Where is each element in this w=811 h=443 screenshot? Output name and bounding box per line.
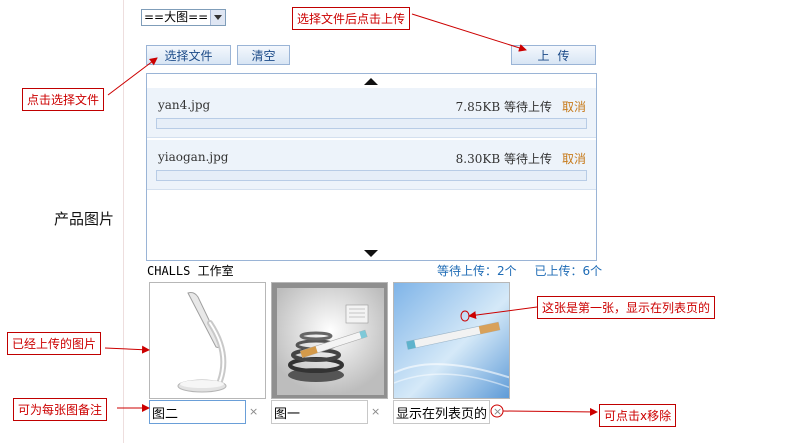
upload-status: 等待上传：2个 已上传：6个 xyxy=(437,262,602,279)
queue-item: yiaogan.jpg 8.30KB 等待上传 取消 xyxy=(147,140,596,190)
callout-note: 可为每张图备注 xyxy=(13,398,108,421)
queue-file-status: 8.30KB 等待上传 xyxy=(455,152,552,166)
queue-file-name: yiaogan.jpg xyxy=(158,150,229,164)
field-label: 产品图片 xyxy=(54,210,115,228)
queue-item: yan4.jpg 7.85KB 等待上传 取消 xyxy=(147,88,596,138)
remove-image-button[interactable]: × xyxy=(371,405,380,418)
callout-remove: 可点击x移除 xyxy=(599,404,677,427)
upload-button[interactable]: 上传 xyxy=(511,45,596,65)
waiting-count: 等待上传：2个 xyxy=(437,264,517,278)
queue-cancel-link[interactable]: 取消 xyxy=(562,150,586,167)
callout-upload: 选择文件后点击上传 xyxy=(292,7,411,30)
upload-queue: yan4.jpg 7.85KB 等待上传 取消 yiaogan.jpg 8.30… xyxy=(146,73,597,261)
queue-progress-bar xyxy=(156,170,587,181)
queue-file-status: 7.85KB 等待上传 xyxy=(455,100,552,114)
left-divider xyxy=(123,0,124,443)
chevron-down-icon[interactable] xyxy=(210,10,225,25)
studio-label: CHALLS 工作室 xyxy=(147,264,234,278)
remove-image-button[interactable]: × xyxy=(493,405,502,418)
queue-cancel-link[interactable]: 取消 xyxy=(562,98,586,115)
uploaded-count: 已上传：6个 xyxy=(534,264,603,278)
e-cigarette-spiral-image[interactable] xyxy=(271,282,388,399)
callout-first: 这张是第一张，显示在列表页的 xyxy=(537,296,716,319)
size-select-value: ==大图== xyxy=(144,10,209,24)
callout-choose: 点击选择文件 xyxy=(22,88,105,111)
image-size-select[interactable]: ==大图== xyxy=(141,9,226,26)
image-note-input[interactable] xyxy=(393,400,490,424)
clear-button[interactable]: 清空 xyxy=(237,45,290,65)
callout-uploaded: 已经上传的图片 xyxy=(7,332,102,355)
image-note-input[interactable] xyxy=(271,400,368,424)
queue-progress-bar xyxy=(156,118,587,129)
choose-file-button[interactable]: 选择文件 xyxy=(146,45,231,65)
e-cigarette-image[interactable] xyxy=(393,282,510,399)
image-note-input[interactable] xyxy=(149,400,246,424)
remove-image-button[interactable]: × xyxy=(249,405,258,418)
scroll-up-icon[interactable] xyxy=(364,78,378,85)
desk-lamp-image[interactable] xyxy=(149,282,266,399)
scroll-down-icon[interactable] xyxy=(364,250,378,257)
queue-file-name: yan4.jpg xyxy=(158,98,211,112)
